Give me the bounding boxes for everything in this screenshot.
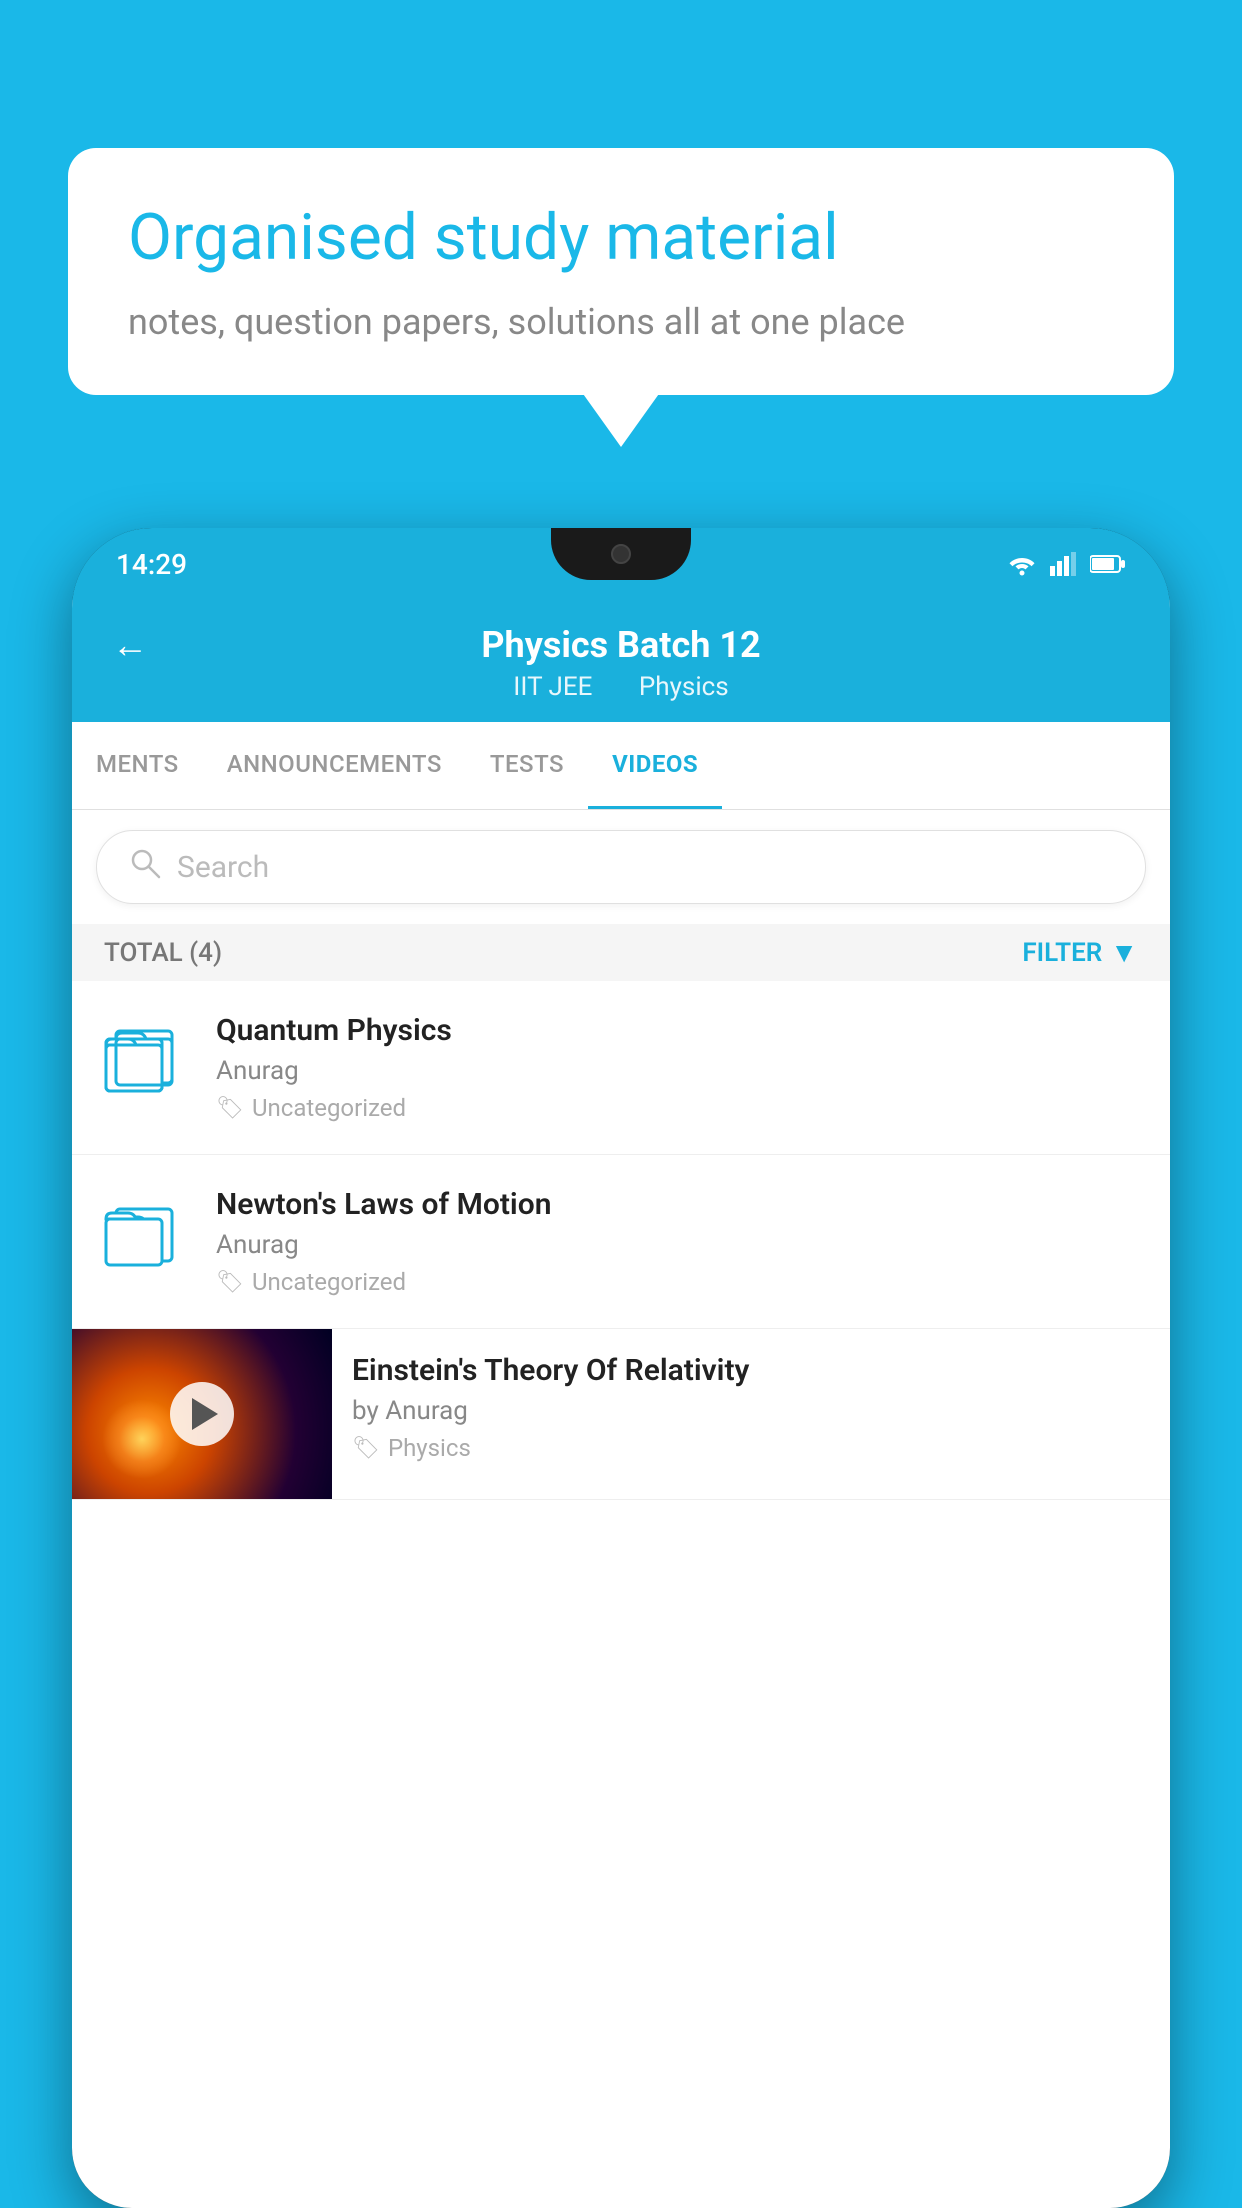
notch	[551, 528, 691, 580]
video-title-1: Quantum Physics	[216, 1013, 1142, 1048]
play-triangle-icon	[192, 1398, 218, 1430]
back-button[interactable]: ←	[112, 624, 148, 666]
tag-icon-3: 🏷	[352, 1436, 380, 1461]
video-title-2: Newton's Laws of Motion	[216, 1187, 1142, 1222]
video-tag-2: 🏷 Uncategorized	[216, 1268, 1142, 1296]
header-row: ← Physics Batch 12	[112, 624, 1130, 666]
header-subtitle: IIT JEE Physics	[503, 672, 738, 702]
header-title: Physics Batch 12	[481, 624, 760, 666]
bubble-title: Organised study material	[128, 200, 1114, 277]
phone-content: ← Physics Batch 12 IIT JEE Physics MENTS…	[72, 600, 1170, 2208]
search-placeholder: Search	[177, 850, 269, 885]
tab-ments[interactable]: MENTS	[72, 722, 203, 809]
battery-icon	[1090, 554, 1126, 574]
video-tag-3: 🏷 Physics	[352, 1434, 1150, 1462]
tag-icon-1: 🏷	[216, 1096, 244, 1121]
video-folder-icon-2	[100, 1191, 188, 1279]
video-author-3: by Anurag	[352, 1396, 1150, 1426]
video-thumbnail-3	[72, 1329, 332, 1499]
play-button[interactable]	[170, 1382, 234, 1446]
phone-frame: 14:29	[72, 528, 1170, 2208]
video-item-1[interactable]: Quantum Physics Anurag 🏷 Uncategorized	[72, 981, 1170, 1155]
tag-iitjee: IIT JEE	[513, 672, 592, 702]
signal-icon	[1050, 552, 1078, 576]
video-folder-icon-1	[100, 1017, 188, 1105]
status-bar: 14:29	[72, 528, 1170, 600]
video-title-3: Einstein's Theory Of Relativity	[352, 1353, 1150, 1388]
wifi-icon	[1006, 552, 1038, 576]
tab-videos[interactable]: VIDEOS	[588, 722, 722, 809]
video-list: Quantum Physics Anurag 🏷 Uncategorized	[72, 981, 1170, 1500]
total-count: TOTAL (4)	[104, 938, 222, 968]
tag-physics: Physics	[639, 672, 729, 702]
status-time: 14:29	[116, 548, 187, 581]
search-icon	[129, 847, 161, 887]
tag-icon-2: 🏷	[216, 1270, 244, 1295]
search-bar[interactable]: Search	[96, 830, 1146, 904]
video-info-3: Einstein's Theory Of Relativity by Anura…	[332, 1329, 1170, 1486]
tab-tests[interactable]: TESTS	[466, 722, 588, 809]
video-info-2: Newton's Laws of Motion Anurag 🏷 Uncateg…	[216, 1187, 1142, 1296]
tab-announcements[interactable]: ANNOUNCEMENTS	[203, 722, 466, 809]
tabs-bar: MENTS ANNOUNCEMENTS TESTS VIDEOS	[72, 722, 1170, 810]
filter-row: TOTAL (4) FILTER ▼	[72, 924, 1170, 981]
filter-funnel-icon: ▼	[1110, 936, 1138, 969]
video-item-3[interactable]: Einstein's Theory Of Relativity by Anura…	[72, 1329, 1170, 1500]
video-author-2: Anurag	[216, 1230, 1142, 1260]
app-header: ← Physics Batch 12 IIT JEE Physics	[72, 600, 1170, 722]
status-icons	[1006, 552, 1126, 576]
bubble-subtitle: notes, question papers, solutions all at…	[128, 301, 1114, 343]
filter-button[interactable]: FILTER ▼	[1022, 936, 1138, 969]
speech-bubble: Organised study material notes, question…	[68, 148, 1174, 395]
video-info-1: Quantum Physics Anurag 🏷 Uncategorized	[216, 1013, 1142, 1122]
video-tag-1: 🏷 Uncategorized	[216, 1094, 1142, 1122]
video-item-2[interactable]: Newton's Laws of Motion Anurag 🏷 Uncateg…	[72, 1155, 1170, 1329]
camera	[611, 544, 631, 564]
video-author-1: Anurag	[216, 1056, 1142, 1086]
